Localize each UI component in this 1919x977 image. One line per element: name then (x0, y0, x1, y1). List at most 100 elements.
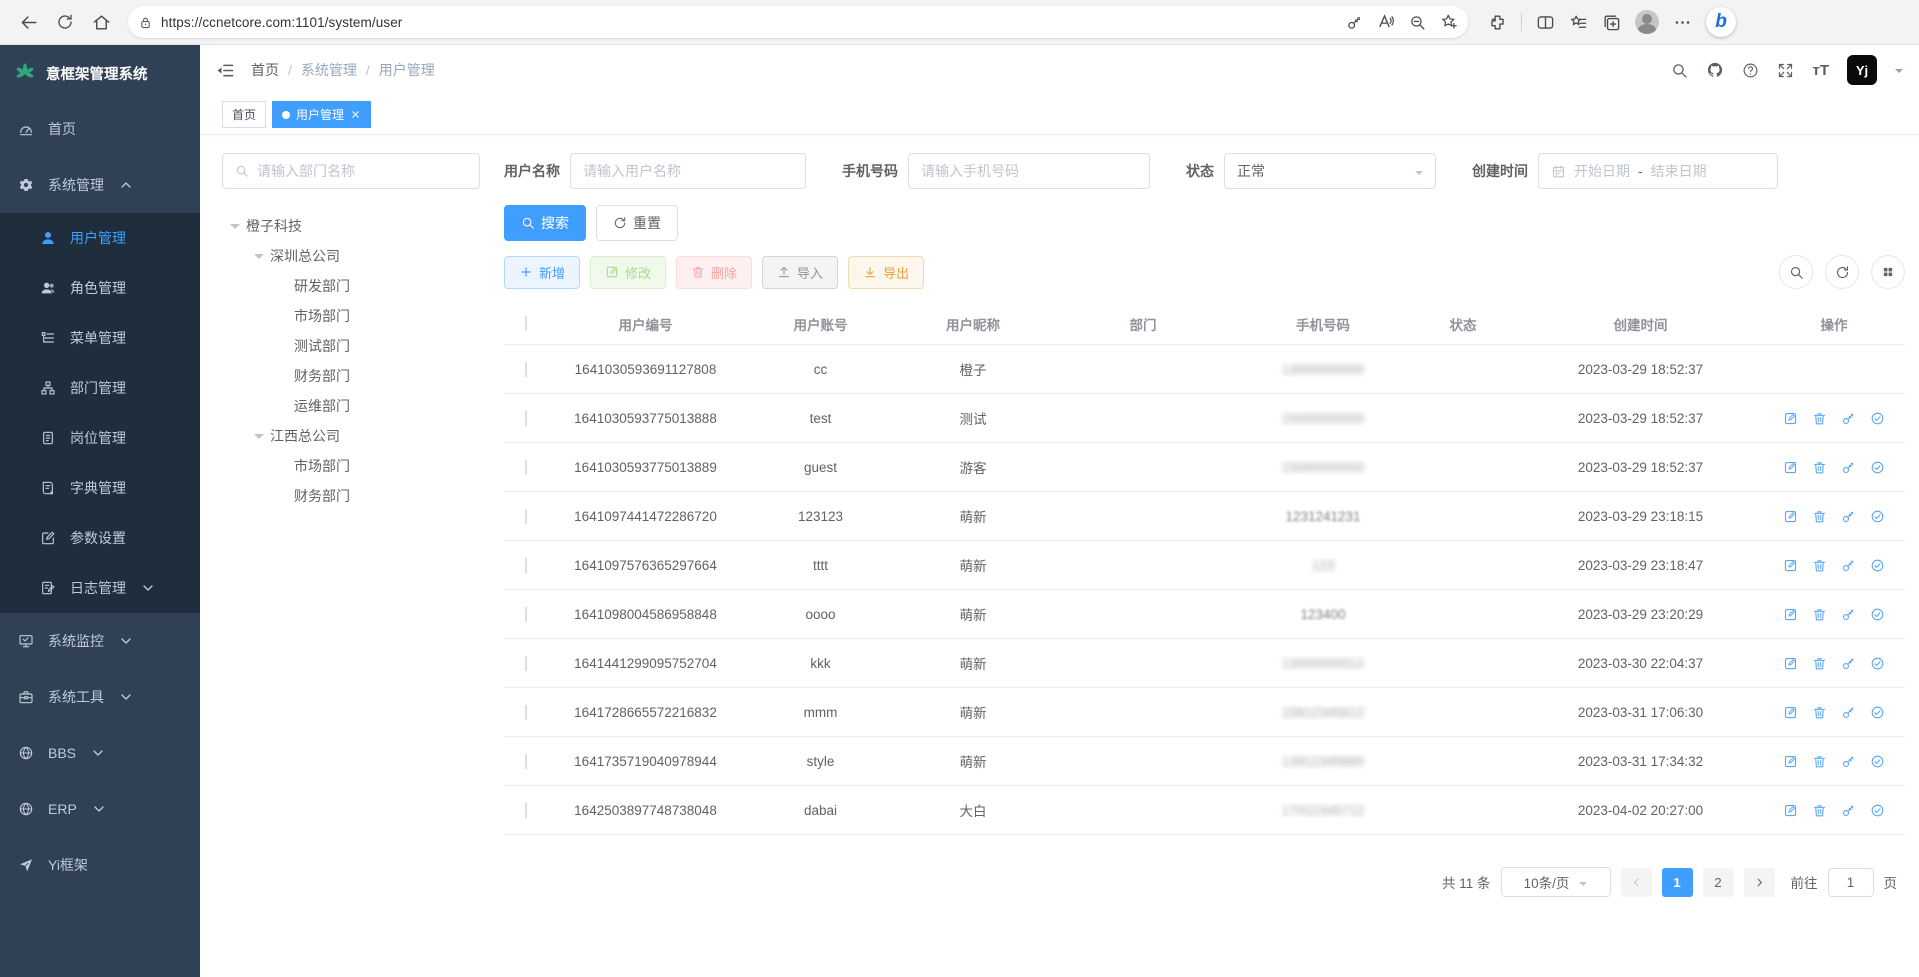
row-edit-icon[interactable] (1783, 754, 1798, 769)
more-menu-icon[interactable] (1673, 13, 1692, 32)
select-all-checkbox[interactable] (525, 316, 527, 331)
search-button[interactable]: 搜索 (504, 205, 586, 241)
row-key-icon[interactable] (1841, 656, 1856, 671)
row-checkbox[interactable] (525, 411, 527, 426)
github-icon[interactable] (1706, 61, 1724, 79)
browser-refresh-button[interactable] (50, 7, 80, 37)
row-key-icon[interactable] (1841, 558, 1856, 573)
sidebar-item-system[interactable]: 系统管理 (0, 157, 200, 213)
row-check-circle-icon[interactable] (1870, 705, 1885, 720)
tree-node[interactable]: 深圳总公司 (222, 241, 480, 271)
row-trash-icon[interactable] (1812, 705, 1827, 720)
row-edit-icon[interactable] (1783, 607, 1798, 622)
row-check-circle-icon[interactable] (1870, 656, 1885, 671)
collections-icon[interactable] (1602, 13, 1621, 32)
next-page-button[interactable] (1744, 868, 1775, 897)
sidebar-item-dict[interactable]: 字典管理 (0, 463, 200, 513)
favorites-icon[interactable] (1569, 13, 1588, 32)
browser-back-button[interactable] (14, 7, 44, 37)
date-range-picker[interactable]: 开始日期 - 结束日期 (1538, 153, 1778, 189)
tag-首页[interactable]: 首页 (222, 101, 266, 128)
row-check-circle-icon[interactable] (1870, 460, 1885, 475)
tag-用户管理[interactable]: 用户管理 (272, 101, 371, 128)
row-trash-icon[interactable] (1812, 411, 1827, 426)
sidebar-item-erp[interactable]: ERP (0, 781, 200, 837)
sidebar-item-log[interactable]: 日志管理 (0, 563, 200, 613)
tree-node[interactable]: 运维部门 (222, 391, 480, 421)
row-trash-icon[interactable] (1812, 607, 1827, 622)
row-edit-icon[interactable] (1783, 656, 1798, 671)
dept-search-input[interactable]: 请输入部门名称 (222, 153, 480, 189)
zoom-out-icon[interactable] (1409, 14, 1426, 31)
header-search-icon[interactable] (1671, 62, 1688, 79)
row-checkbox[interactable] (525, 656, 527, 671)
page-button-1[interactable]: 1 (1662, 868, 1693, 897)
row-trash-icon[interactable] (1812, 558, 1827, 573)
row-key-icon[interactable] (1841, 411, 1856, 426)
row-trash-icon[interactable] (1812, 509, 1827, 524)
row-checkbox[interactable] (525, 460, 527, 475)
row-checkbox[interactable] (525, 705, 527, 720)
row-edit-icon[interactable] (1783, 705, 1798, 720)
username-input[interactable]: 请输入用户名称 (570, 153, 806, 189)
row-check-circle-icon[interactable] (1870, 754, 1885, 769)
row-checkbox[interactable] (525, 754, 527, 769)
row-trash-icon[interactable] (1812, 460, 1827, 475)
row-checkbox[interactable] (525, 509, 527, 524)
sidebar-item-tool[interactable]: 系统工具 (0, 669, 200, 725)
browser-home-button[interactable] (86, 7, 116, 37)
tree-node[interactable]: 市场部门 (222, 301, 480, 331)
page-size-select[interactable]: 10条/页 (1501, 867, 1611, 897)
tree-node[interactable]: 橙子科技 (222, 211, 480, 241)
browser-profile-avatar[interactable] (1635, 10, 1659, 34)
tree-node[interactable]: 市场部门 (222, 451, 480, 481)
sidebar-item-menu[interactable]: 菜单管理 (0, 313, 200, 363)
row-trash-icon[interactable] (1812, 656, 1827, 671)
row-check-circle-icon[interactable] (1870, 607, 1885, 622)
sidebar-fold-icon[interactable] (216, 61, 235, 80)
row-key-icon[interactable] (1841, 509, 1856, 524)
row-checkbox[interactable] (525, 803, 527, 818)
prev-page-button[interactable] (1621, 868, 1652, 897)
row-edit-icon[interactable] (1783, 558, 1798, 573)
delete-button[interactable]: 删除 (676, 256, 752, 289)
row-checkbox[interactable] (525, 607, 527, 622)
row-key-icon[interactable] (1841, 607, 1856, 622)
read-aloud-icon[interactable] (1377, 13, 1395, 31)
sidebar-item-bbs[interactable]: BBS (0, 725, 200, 781)
status-select[interactable]: 正常 (1224, 153, 1436, 189)
row-check-circle-icon[interactable] (1870, 803, 1885, 818)
copilot-icon[interactable]: b (1706, 7, 1736, 37)
row-trash-icon[interactable] (1812, 754, 1827, 769)
breadcrumb-item[interactable]: 系统管理 (301, 60, 357, 80)
row-key-icon[interactable] (1841, 460, 1856, 475)
page-button-2[interactable]: 2 (1703, 868, 1734, 897)
goto-page-input[interactable]: 1 (1828, 868, 1874, 897)
row-edit-icon[interactable] (1783, 803, 1798, 818)
add-button[interactable]: 新增 (504, 256, 580, 289)
user-avatar-logo[interactable]: Yj (1847, 55, 1877, 85)
tree-node[interactable]: 财务部门 (222, 361, 480, 391)
avatar-caret-down-icon[interactable] (1895, 69, 1903, 77)
row-key-icon[interactable] (1841, 705, 1856, 720)
row-checkbox[interactable] (525, 558, 527, 573)
phone-input[interactable]: 请输入手机号码 (908, 153, 1150, 189)
add-favorite-icon[interactable] (1440, 13, 1458, 31)
url-bar[interactable]: https://ccnetcore.com:1101/system/user (128, 6, 1468, 38)
help-icon[interactable] (1742, 62, 1759, 79)
tree-node[interactable]: 测试部门 (222, 331, 480, 361)
sidebar-item-monitor[interactable]: 系统监控 (0, 613, 200, 669)
sidebar-item-post[interactable]: 岗位管理 (0, 413, 200, 463)
reset-button[interactable]: 重置 (596, 205, 678, 241)
row-check-circle-icon[interactable] (1870, 509, 1885, 524)
extensions-icon[interactable] (1488, 13, 1507, 32)
font-size-icon[interactable]: ᴛT (1812, 62, 1829, 79)
sidebar-item-yi[interactable]: Yi框架 (0, 837, 200, 893)
split-screen-icon[interactable] (1536, 13, 1555, 32)
sidebar-item-config[interactable]: 参数设置 (0, 513, 200, 563)
row-key-icon[interactable] (1841, 754, 1856, 769)
sidebar-item-role[interactable]: 角色管理 (0, 263, 200, 313)
row-key-icon[interactable] (1841, 803, 1856, 818)
row-checkbox[interactable] (525, 362, 527, 377)
table-search-toggle-button[interactable] (1779, 255, 1813, 289)
